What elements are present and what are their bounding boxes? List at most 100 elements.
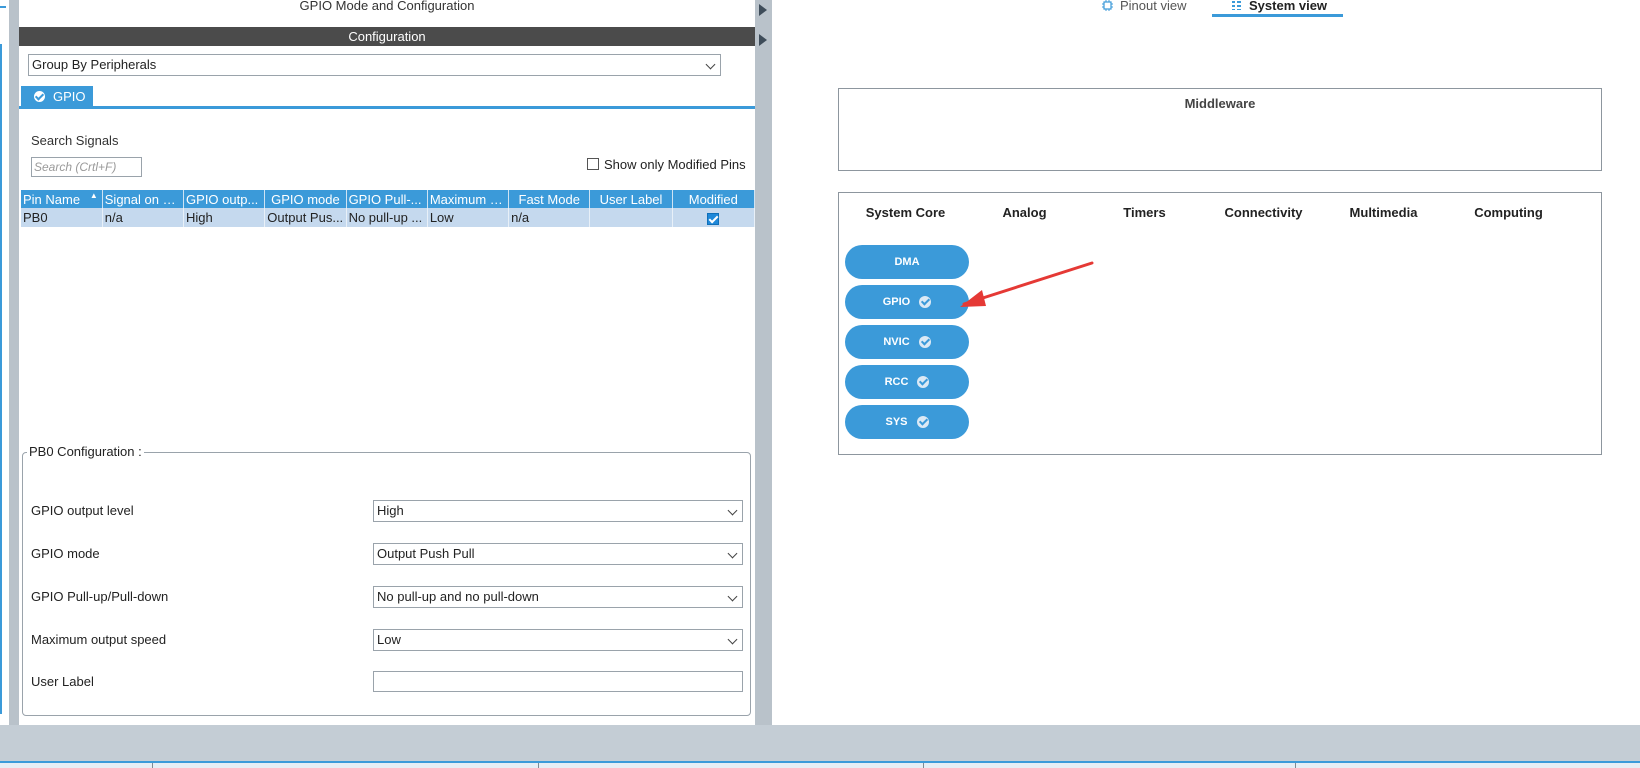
cell-user-label	[589, 208, 673, 227]
cell-pull: No pull-up ...	[346, 208, 428, 227]
show-modified-label: Show only Modified Pins	[604, 156, 746, 172]
category-connectivity[interactable]: Connectivity	[1201, 205, 1326, 220]
peripheral-dma-label: DMA	[894, 256, 920, 268]
gpio-output-level-label: GPIO output level	[31, 503, 134, 518]
chevron-down-icon	[705, 59, 716, 70]
category-timers[interactable]: Timers	[1082, 205, 1207, 220]
table-header-row: Pin Name ▲ Signal on Pin GPIO outp... GPI…	[21, 190, 756, 208]
search-signals-input[interactable]	[31, 157, 142, 177]
cell-speed: Low	[427, 208, 510, 227]
tab-pinout-view-label: Pinout view	[1120, 0, 1187, 13]
column-header-gpio-output[interactable]: GPIO outp...	[183, 190, 266, 208]
max-output-speed-select[interactable]: Low	[373, 629, 743, 651]
collapse-arrow-icon[interactable]	[759, 4, 767, 16]
expand-arrow-icon[interactable]	[759, 34, 767, 46]
bottom-divider	[1295, 763, 1296, 768]
peripheral-sys-label: SYS	[885, 416, 908, 428]
column-header-user-label[interactable]: User Label	[589, 190, 673, 208]
gpio-mode-select[interactable]: Output Push Pull	[373, 543, 743, 565]
show-modified-checkbox[interactable]: Show only Modified Pins	[587, 156, 746, 172]
categories-section: System Core Analog Timers Connectivity M…	[838, 192, 1602, 455]
edge-marker	[0, 0, 6, 8]
category-multimedia[interactable]: Multimedia	[1321, 205, 1446, 220]
max-output-speed-label: Maximum output speed	[31, 632, 167, 647]
check-circle-icon	[918, 336, 931, 348]
user-label-label: User Label	[31, 674, 94, 689]
chip-icon	[1102, 0, 1113, 11]
panel-splitter[interactable]	[755, 0, 772, 725]
gpio-pull-select[interactable]: No pull-up and no pull-down	[373, 586, 743, 608]
check-circle-icon	[34, 91, 45, 102]
middleware-title: Middleware	[1184, 96, 1256, 111]
checked-checkbox-icon[interactable]	[707, 212, 720, 225]
bottom-divider	[923, 763, 924, 768]
gpio-pull-value: No pull-up and no pull-down	[377, 589, 539, 604]
tab-system-view-label: System view	[1249, 0, 1328, 13]
group-by-select[interactable]: Group By Peripherals	[28, 54, 721, 76]
tab-underline	[19, 106, 755, 109]
chevron-down-icon	[727, 505, 738, 516]
peripheral-sys-button[interactable]: SYS	[845, 405, 969, 439]
cell-signal: n/a	[102, 208, 185, 227]
middleware-section: Middleware	[838, 88, 1602, 171]
gpio-pull-label: GPIO Pull-up/Pull-down	[31, 589, 169, 604]
cell-gpio-mode: Output Pus...	[264, 208, 347, 227]
column-header-fast-mode[interactable]: Fast Mode	[508, 190, 591, 208]
table-row[interactable]: PB0 n/a High Output Pus... No pull-up ..…	[21, 208, 756, 227]
gpio-output-level-select[interactable]: High	[373, 500, 743, 522]
column-header-gpio-mode[interactable]: GPIO mode	[264, 190, 347, 208]
gpio-mode-value: Output Push Pull	[377, 546, 475, 561]
cell-output-level: High	[183, 208, 266, 227]
tab-pinout-view[interactable]: Pinout view	[1102, 0, 1186, 13]
left-edge-bar	[0, 0, 10, 725]
check-circle-icon	[916, 416, 929, 428]
bottom-divider	[538, 763, 539, 768]
category-system-core[interactable]: System Core	[843, 205, 968, 220]
peripheral-gpio-button[interactable]: GPIO	[845, 285, 969, 319]
peripheral-dma-button[interactable]: DMA	[845, 245, 969, 279]
configuration-header: Configuration	[19, 27, 755, 46]
peripheral-nvic-label: NVIC	[883, 336, 910, 348]
category-computing[interactable]: Computing	[1446, 205, 1571, 220]
cell-modified[interactable]	[672, 208, 756, 227]
checkbox-icon	[587, 158, 599, 170]
column-header-max-speed[interactable]: Maximum o...	[427, 190, 510, 208]
check-circle-icon	[917, 376, 930, 388]
chevron-down-icon	[727, 548, 738, 559]
sort-arrow-icon: ▲	[89, 191, 98, 200]
peripheral-nvic-button[interactable]: NVIC	[845, 325, 969, 359]
pin-table: Pin Name ▲ Signal on Pin GPIO outp... GPI…	[21, 190, 756, 227]
panel-gutter	[10, 0, 19, 725]
column-header-signal[interactable]: Signal on Pin	[102, 190, 185, 208]
column-header-pin-name[interactable]: Pin Name ▲	[21, 190, 103, 208]
bottom-divider	[152, 763, 153, 768]
column-header-modified[interactable]: Modified	[672, 190, 756, 208]
chevron-down-icon	[727, 634, 738, 645]
bottom-tab-strip	[0, 761, 1640, 768]
cell-fast-mode: n/a	[508, 208, 591, 227]
column-header-gpio-pull[interactable]: GPIO Pull-...	[346, 190, 428, 208]
grid-icon	[1232, 1, 1241, 10]
tab-gpio-label: GPIO	[53, 89, 86, 104]
gpio-config-panel: GPIO Mode and Configuration Configuratio…	[19, 0, 756, 725]
gpio-mode-label: GPIO mode	[31, 546, 100, 561]
user-label-input[interactable]	[373, 671, 743, 692]
tab-gpio[interactable]: GPIO	[21, 86, 93, 107]
chevron-down-icon	[727, 591, 738, 602]
check-circle-icon	[919, 296, 932, 308]
tab-system-view[interactable]: System view	[1231, 0, 1327, 13]
search-signals-label: Search Signals	[31, 133, 119, 148]
peripheral-gpio-label: GPIO	[882, 296, 911, 308]
active-tab-underline	[1212, 14, 1343, 17]
group-by-value: Group By Peripherals	[32, 57, 157, 72]
edge-stripe	[0, 44, 2, 714]
gpio-output-level-value: High	[377, 503, 404, 518]
pb0-configuration-legend: PB0 Configuration :	[27, 444, 144, 459]
max-output-speed-value: Low	[377, 632, 401, 647]
peripheral-rcc-label: RCC	[884, 376, 909, 388]
cell-pin-name: PB0	[21, 208, 103, 227]
peripheral-rcc-button[interactable]: RCC	[845, 365, 969, 399]
category-analog[interactable]: Analog	[962, 205, 1087, 220]
bottom-panel-bar	[0, 725, 1640, 768]
system-view-panel: Pinout view System view Middleware Syste…	[772, 0, 1640, 725]
